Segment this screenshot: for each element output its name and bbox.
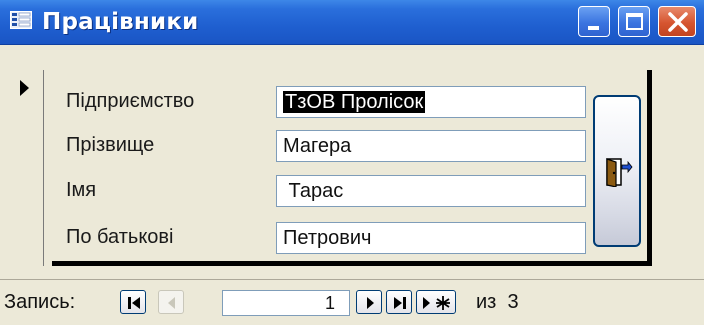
title-bar[interactable]: Працівники — [0, 0, 704, 45]
maximize-icon — [626, 13, 643, 30]
form-icon — [10, 11, 32, 29]
next-record-icon — [367, 297, 374, 309]
next-record-button[interactable] — [356, 290, 382, 314]
first-name-field[interactable]: Тарас — [276, 175, 586, 207]
new-record-icon — [423, 296, 450, 310]
last-record-icon — [394, 297, 406, 309]
last-record-button[interactable] — [386, 290, 412, 314]
exit-form-button[interactable] — [593, 95, 641, 247]
maximize-button[interactable] — [618, 6, 650, 37]
first-record-icon — [128, 297, 140, 309]
previous-record-button[interactable] — [158, 290, 184, 314]
minimize-icon — [588, 26, 599, 30]
window-title: Працівники — [42, 9, 199, 35]
label-company: Підприємство — [66, 90, 195, 112]
label-surname: Прізвище — [66, 134, 155, 156]
label-first-name: Імя — [66, 179, 97, 201]
record-label: Запись: — [4, 291, 76, 313]
surname-field[interactable]: Магера — [276, 130, 586, 162]
close-button[interactable] — [658, 6, 696, 37]
first-record-button[interactable] — [120, 290, 146, 314]
current-record-input[interactable]: 1 — [222, 290, 350, 316]
company-field-value: ТзОВ Пролісок — [283, 91, 426, 113]
record-navigation-bar — [0, 279, 704, 325]
company-field[interactable]: ТзОВ Пролісок — [276, 86, 586, 118]
new-record-button[interactable] — [416, 290, 456, 314]
exit-door-icon — [606, 158, 633, 187]
close-icon — [668, 12, 688, 32]
record-selector[interactable] — [14, 70, 44, 266]
label-patronymic: По батькові — [66, 226, 174, 248]
patronymic-field[interactable]: Петрович — [276, 222, 586, 254]
current-record-arrow-icon — [20, 80, 29, 96]
minimize-button[interactable] — [578, 6, 610, 37]
record-total: из 3 — [476, 291, 519, 313]
previous-record-icon — [168, 297, 175, 309]
